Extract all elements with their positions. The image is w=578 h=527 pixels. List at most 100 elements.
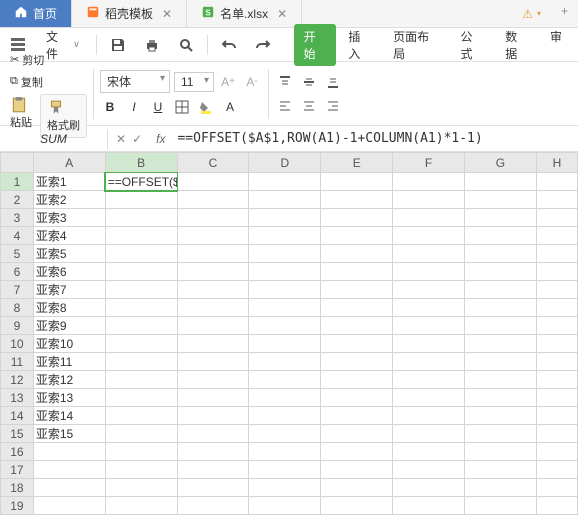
cell[interactable] — [249, 497, 321, 515]
row-header[interactable]: 17 — [1, 461, 34, 479]
cell[interactable] — [393, 353, 465, 371]
cell[interactable]: 亚索4 — [33, 227, 105, 245]
cell[interactable] — [321, 407, 393, 425]
name-box[interactable]: SUM — [0, 129, 108, 149]
cell[interactable] — [177, 425, 249, 443]
cell[interactable] — [249, 371, 321, 389]
row-header[interactable]: 6 — [1, 263, 34, 281]
font-name-select[interactable]: 宋体 — [100, 70, 170, 93]
column-header[interactable]: D — [249, 153, 321, 173]
cell[interactable] — [105, 461, 177, 479]
row-header[interactable]: 8 — [1, 299, 34, 317]
cell[interactable] — [536, 407, 577, 425]
cell[interactable] — [321, 425, 393, 443]
cell[interactable] — [249, 281, 321, 299]
cell[interactable]: 亚索11 — [33, 353, 105, 371]
cell[interactable] — [393, 497, 465, 515]
cell[interactable] — [177, 407, 249, 425]
row-header[interactable]: 16 — [1, 443, 34, 461]
row-header[interactable]: 7 — [1, 281, 34, 299]
ribbon-tab-insert[interactable]: 插入 — [338, 24, 381, 66]
cell[interactable] — [321, 227, 393, 245]
cell[interactable] — [393, 209, 465, 227]
cell[interactable] — [465, 209, 537, 227]
preview-icon[interactable] — [173, 34, 199, 56]
cell[interactable] — [249, 209, 321, 227]
cell[interactable] — [249, 191, 321, 209]
cell[interactable] — [321, 299, 393, 317]
row-header[interactable]: 11 — [1, 353, 34, 371]
cell[interactable] — [105, 209, 177, 227]
cell[interactable] — [105, 425, 177, 443]
column-header[interactable]: A — [33, 153, 105, 173]
select-all-corner[interactable] — [1, 153, 34, 173]
cell[interactable] — [321, 353, 393, 371]
cell[interactable] — [465, 353, 537, 371]
row-header[interactable]: 5 — [1, 245, 34, 263]
cell[interactable] — [393, 245, 465, 263]
cell[interactable] — [465, 173, 537, 191]
column-header[interactable]: H — [536, 153, 577, 173]
cell-editor[interactable]: ==OFFSET($A$1,ROW(A1)-1+COLUMN(A1)*1-1) — [106, 173, 177, 191]
tab-home[interactable]: 首页 — [0, 0, 72, 27]
column-header[interactable]: B — [105, 153, 177, 173]
cell[interactable] — [177, 209, 249, 227]
cell[interactable] — [105, 317, 177, 335]
cell[interactable] — [393, 335, 465, 353]
cell[interactable] — [177, 299, 249, 317]
close-icon[interactable]: ✕ — [277, 7, 287, 21]
cell[interactable] — [321, 209, 393, 227]
cell[interactable] — [321, 281, 393, 299]
ribbon-tab-layout[interactable]: 页面布局 — [383, 24, 448, 66]
cell[interactable] — [177, 317, 249, 335]
cell[interactable] — [321, 317, 393, 335]
cell[interactable] — [393, 263, 465, 281]
cell[interactable] — [177, 263, 249, 281]
cell[interactable] — [536, 173, 577, 191]
cell[interactable] — [249, 461, 321, 479]
cell[interactable] — [249, 317, 321, 335]
row-header[interactable]: 3 — [1, 209, 34, 227]
tab-template[interactable]: 稻壳模板 ✕ — [72, 0, 187, 27]
cell[interactable] — [393, 461, 465, 479]
cell[interactable] — [536, 317, 577, 335]
cell[interactable]: 亚索5 — [33, 245, 105, 263]
cell[interactable] — [536, 209, 577, 227]
cell[interactable] — [105, 227, 177, 245]
row-header[interactable]: 12 — [1, 371, 34, 389]
cell[interactable] — [393, 407, 465, 425]
cell[interactable] — [33, 443, 105, 461]
cell[interactable] — [536, 461, 577, 479]
cell[interactable] — [105, 245, 177, 263]
cell[interactable]: 亚索6 — [33, 263, 105, 281]
underline-button[interactable]: U — [148, 97, 168, 117]
cell[interactable] — [177, 353, 249, 371]
cell[interactable] — [177, 245, 249, 263]
print-icon[interactable] — [139, 34, 165, 56]
border-button[interactable] — [172, 97, 192, 117]
cell[interactable] — [321, 443, 393, 461]
row-header[interactable]: 18 — [1, 479, 34, 497]
cell[interactable] — [465, 263, 537, 281]
cell[interactable] — [105, 407, 177, 425]
cell[interactable] — [393, 191, 465, 209]
cell[interactable] — [249, 407, 321, 425]
cell[interactable] — [249, 299, 321, 317]
cell[interactable] — [465, 299, 537, 317]
cell[interactable] — [393, 371, 465, 389]
cell[interactable] — [321, 191, 393, 209]
fx-label[interactable]: fx — [150, 132, 171, 146]
column-header[interactable]: E — [321, 153, 393, 173]
cell[interactable]: 亚索9 — [33, 317, 105, 335]
cell[interactable] — [321, 479, 393, 497]
cell[interactable] — [536, 443, 577, 461]
cell[interactable] — [465, 371, 537, 389]
cell[interactable] — [536, 353, 577, 371]
row-header[interactable]: 13 — [1, 389, 34, 407]
cell[interactable] — [177, 497, 249, 515]
cell[interactable] — [393, 443, 465, 461]
cell[interactable]: 亚索1 — [33, 173, 105, 191]
cell[interactable] — [249, 479, 321, 497]
cell[interactable] — [465, 389, 537, 407]
increase-font-button[interactable]: A+ — [218, 72, 238, 92]
